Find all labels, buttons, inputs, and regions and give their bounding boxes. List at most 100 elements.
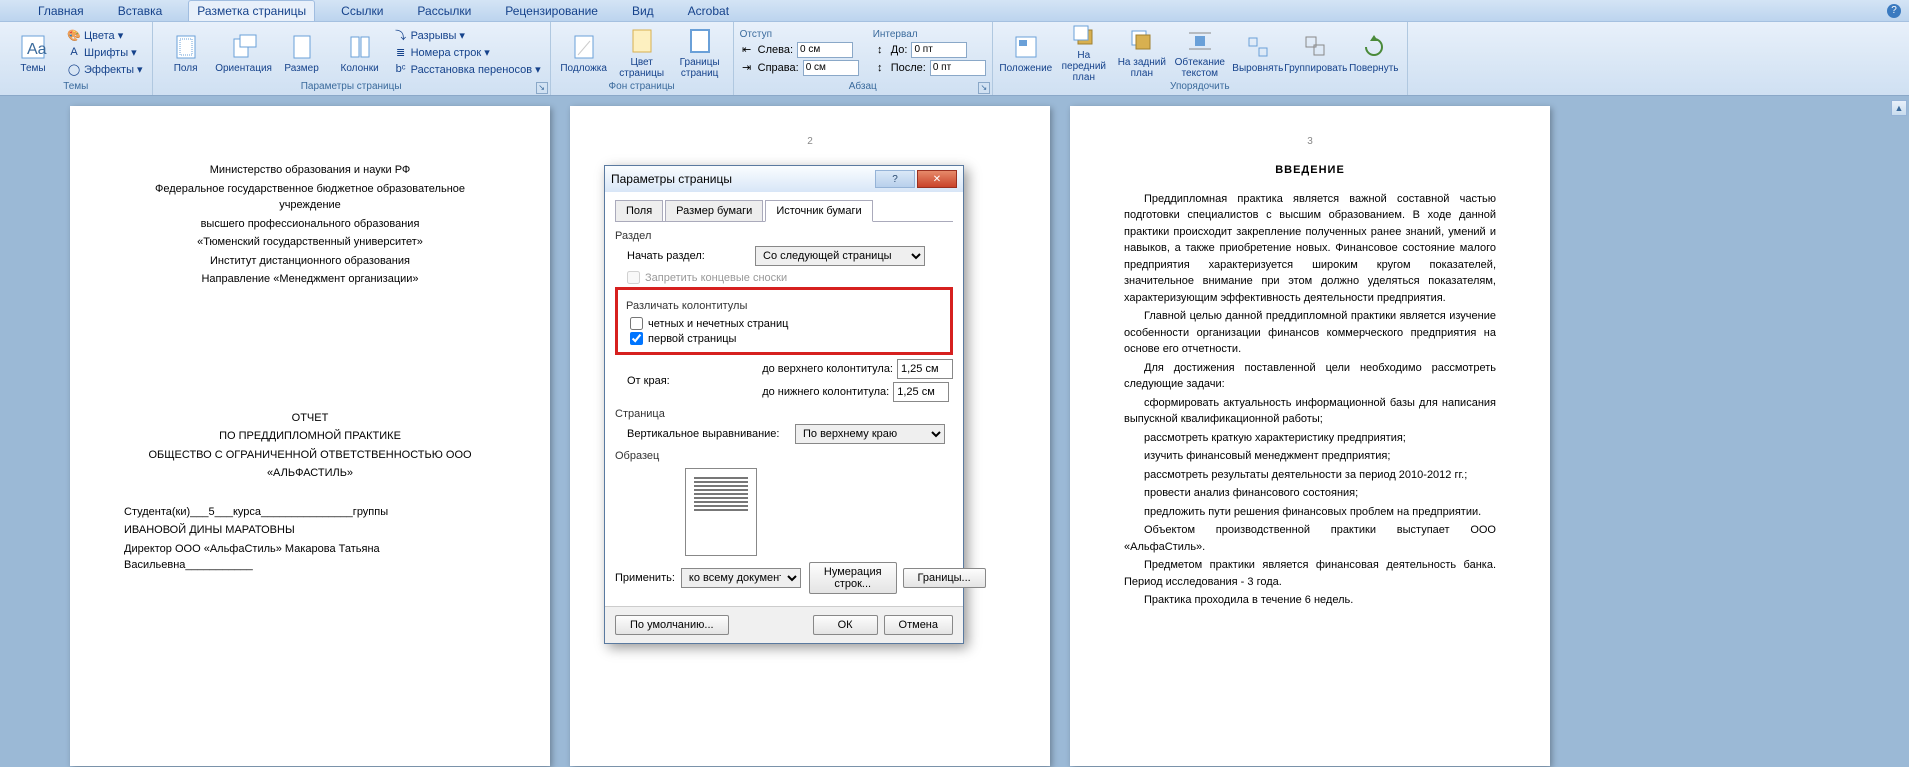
- page-1[interactable]: Министерство образования и науки РФ Феде…: [70, 106, 550, 766]
- indent-left-input[interactable]: [797, 42, 853, 58]
- group-button[interactable]: Группировать: [1289, 24, 1343, 80]
- paragraph-launcher[interactable]: ↘: [978, 82, 990, 94]
- dialog-titlebar[interactable]: Параметры страницы ? ✕: [605, 166, 963, 192]
- group-arrange: Положение На передний план На задний пла…: [993, 22, 1408, 95]
- sample-label: Образец: [615, 450, 953, 462]
- orientation-icon: [228, 31, 260, 63]
- position-button[interactable]: Положение: [999, 24, 1053, 80]
- rotate-icon: [1358, 31, 1390, 63]
- valign-label: Вертикальное выравнивание:: [627, 428, 787, 440]
- page-color-button[interactable]: Цвет страницы: [615, 24, 669, 80]
- themes-label: Темы: [20, 63, 45, 74]
- dialog-tab-layout[interactable]: Источник бумаги: [765, 200, 872, 222]
- valign-select[interactable]: По верхнему краю: [795, 424, 945, 444]
- breaks-button[interactable]: ⤵Разрывы ▾: [391, 27, 544, 43]
- cancel-button[interactable]: Отмена: [884, 615, 953, 635]
- defaults-button[interactable]: По умолчанию...: [615, 615, 729, 635]
- spacing-before-input[interactable]: [911, 42, 967, 58]
- first-page-checkbox[interactable]: [630, 332, 643, 345]
- tab-insert[interactable]: Вставка: [110, 1, 171, 21]
- help-icon[interactable]: ?: [1887, 4, 1901, 18]
- footer-distance-input[interactable]: [893, 382, 949, 402]
- hyphenation-button[interactable]: bᶜРасстановка переносов ▾: [391, 61, 544, 77]
- group-themes-label: Темы: [6, 80, 146, 93]
- hyphenation-icon: bᶜ: [394, 62, 408, 76]
- suppress-endnotes-checkbox: [627, 271, 640, 284]
- tab-home[interactable]: Главная: [30, 1, 92, 21]
- size-icon: [286, 31, 318, 63]
- apply-to-select[interactable]: ко всему документу: [681, 568, 801, 588]
- fonts-icon: A: [67, 45, 81, 59]
- bring-front-button[interactable]: На передний план: [1057, 24, 1111, 80]
- preview-thumbnail: [685, 468, 757, 556]
- from-edge-label: От края:: [627, 375, 747, 387]
- tab-review[interactable]: Рецензирование: [497, 1, 606, 21]
- headers-fieldset-label: Различать колонтитулы: [626, 300, 950, 312]
- page-fieldset-label: Страница: [615, 408, 953, 420]
- send-back-button[interactable]: На задний план: [1115, 24, 1169, 80]
- start-section-select[interactable]: Со следующей страницы: [755, 246, 925, 266]
- tab-mailings[interactable]: Рассылки: [409, 1, 479, 21]
- theme-fonts[interactable]: AШрифты ▾: [64, 44, 146, 60]
- align-icon: [1242, 31, 1274, 63]
- section-fieldset-label: Раздел: [615, 230, 953, 242]
- text-wrap-icon: [1184, 25, 1216, 57]
- page3-heading: ВВЕДЕНИЕ: [1124, 162, 1496, 179]
- orientation-button[interactable]: Ориентация: [217, 24, 271, 80]
- tab-references[interactable]: Ссылки: [333, 1, 391, 21]
- indent-right-input[interactable]: [803, 60, 859, 76]
- tab-view[interactable]: Вид: [624, 1, 662, 21]
- group-page-setup-label: Параметры страницы: [159, 80, 544, 93]
- page-number-2: 2: [807, 134, 813, 149]
- bring-front-icon: [1068, 22, 1100, 50]
- dialog-close-button[interactable]: ✕: [917, 170, 957, 188]
- ribbon-body: Aa Темы 🎨Цвета ▾ AШрифты ▾ ◯Эффекты ▾ Те…: [0, 22, 1909, 96]
- page-borders-icon: [684, 25, 716, 57]
- line-numbers-dialog-button[interactable]: Нумерация строк...: [809, 562, 897, 594]
- effects-icon: ◯: [67, 62, 81, 76]
- page-number-3: 3: [1307, 134, 1313, 149]
- watermark-button[interactable]: Подложка: [557, 24, 611, 80]
- header-distance-input[interactable]: [897, 359, 953, 379]
- line-numbers-button[interactable]: ≣Номера строк ▾: [391, 44, 544, 60]
- line-numbers-icon: ≣: [394, 45, 408, 59]
- dialog-tab-margins[interactable]: Поля: [615, 200, 663, 221]
- dialog-title-text: Параметры страницы: [611, 172, 732, 186]
- page-3[interactable]: 3 ВВЕДЕНИЕ Преддипломная практика являет…: [1070, 106, 1550, 766]
- themes-button[interactable]: Aa Темы: [6, 24, 60, 80]
- tab-page-layout[interactable]: Разметка страницы: [188, 0, 315, 21]
- group-page-background: Подложка Цвет страницы Границы страниц Ф…: [551, 22, 734, 95]
- text-wrap-button[interactable]: Обтекание текстом: [1173, 24, 1227, 80]
- dialog-help-button[interactable]: ?: [875, 170, 915, 188]
- indent-right-icon: ⇥: [740, 61, 754, 75]
- colors-icon: 🎨: [67, 28, 81, 42]
- themes-icon: Aa: [17, 31, 49, 63]
- scroll-up-arrow[interactable]: ▲: [1891, 100, 1907, 116]
- ribbon-tabs: Главная Вставка Разметка страницы Ссылки…: [0, 0, 1909, 22]
- align-button[interactable]: Выровнять: [1231, 24, 1285, 80]
- borders-dialog-button[interactable]: Границы...: [903, 568, 986, 588]
- size-button[interactable]: Размер: [275, 24, 329, 80]
- dialog-tabs: Поля Размер бумаги Источник бумаги: [615, 200, 953, 222]
- start-section-label: Начать раздел:: [627, 250, 747, 262]
- group-paragraph: Отступ ⇤Слева: ⇥Справа: Интервал ↕До: ↕П…: [734, 22, 993, 95]
- spacing-after-input[interactable]: [930, 60, 986, 76]
- ok-button[interactable]: ОК: [813, 615, 878, 635]
- columns-button[interactable]: Колонки: [333, 24, 387, 80]
- odd-even-checkbox[interactable]: [630, 317, 643, 330]
- page-setup-launcher[interactable]: ↘: [536, 82, 548, 94]
- group-paragraph-label: Абзац: [740, 80, 986, 93]
- margins-button[interactable]: Поля: [159, 24, 213, 80]
- spacing-before-icon: ↕: [873, 43, 887, 57]
- spacing-after-icon: ↕: [873, 61, 887, 75]
- rotate-button[interactable]: Повернуть: [1347, 24, 1401, 80]
- group-page-bg-label: Фон страницы: [557, 80, 727, 93]
- page-borders-button[interactable]: Границы страниц: [673, 24, 727, 80]
- theme-effects[interactable]: ◯Эффекты ▾: [64, 61, 146, 77]
- theme-colors[interactable]: 🎨Цвета ▾: [64, 27, 146, 43]
- indent-label: Отступ: [740, 29, 859, 40]
- dialog-tab-paper[interactable]: Размер бумаги: [665, 200, 763, 221]
- breaks-icon: ⤵: [394, 28, 408, 42]
- apply-to-label: Применить:: [615, 572, 675, 584]
- tab-acrobat[interactable]: Acrobat: [680, 1, 737, 21]
